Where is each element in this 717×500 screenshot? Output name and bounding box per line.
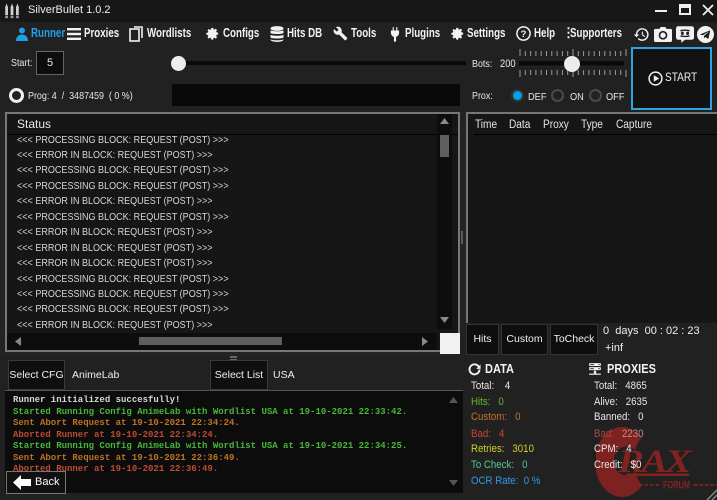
svg-text:FORUM: FORUM — [663, 480, 690, 492]
svg-text:?: ? — [521, 29, 527, 40]
